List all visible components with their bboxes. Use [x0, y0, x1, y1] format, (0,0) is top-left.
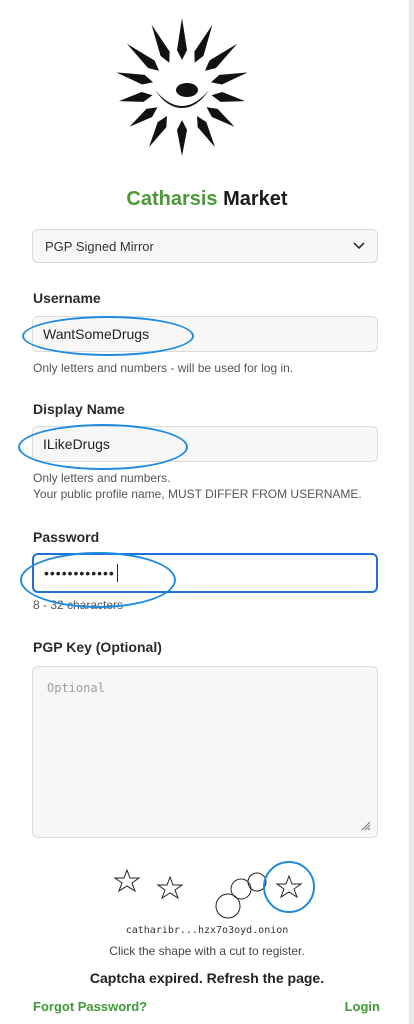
- login-link[interactable]: Login: [345, 999, 380, 1014]
- password-label: Password: [33, 529, 100, 545]
- captcha-image[interactable]: [105, 860, 325, 930]
- display-name-label: Display Name: [33, 401, 125, 417]
- pgp-textarea[interactable]: Optional: [32, 666, 378, 838]
- brand-title: Catharsis Market: [0, 188, 414, 211]
- annotation-circle-username: [22, 316, 194, 356]
- annotation-circle-captcha: [263, 861, 315, 913]
- star-icon: [275, 874, 303, 899]
- star-icon: [156, 875, 184, 900]
- annotation-circle-display-name: [18, 424, 188, 470]
- brand-part2: Market: [223, 188, 288, 210]
- captcha-instruction: Click the shape with a cut to register.: [109, 944, 305, 958]
- register-page: Catharsis Market PGP Signed Mirror Usern…: [0, 0, 414, 1024]
- onion-address: catharibr...hzx7o3oyd.onion: [125, 925, 289, 936]
- logo-sun-eye-icon: [117, 18, 247, 156]
- chevron-down-icon: [353, 242, 365, 250]
- annotation-circle-password: [20, 552, 176, 608]
- scrollbar-track[interactable]: [409, 0, 414, 1024]
- resize-grip-icon[interactable]: [361, 821, 371, 831]
- forgot-password-link[interactable]: Forgot Password?: [33, 999, 147, 1014]
- pgp-label: PGP Key (Optional): [33, 639, 162, 655]
- display-name-help-2: Your public profile name, MUST DIFFER FR…: [33, 487, 362, 501]
- captcha-status: Captcha expired. Refresh the page.: [89, 970, 325, 986]
- username-label: Username: [33, 290, 101, 306]
- pgp-placeholder: Optional: [47, 681, 105, 695]
- display-name-help: Only letters and numbers.: [33, 471, 171, 485]
- username-help: Only letters and numbers - will be used …: [33, 361, 294, 375]
- brand-part1: Catharsis: [126, 188, 218, 210]
- mirror-select-value: PGP Signed Mirror: [45, 238, 154, 254]
- star-icon: [113, 868, 141, 893]
- mirror-select[interactable]: PGP Signed Mirror: [32, 229, 378, 263]
